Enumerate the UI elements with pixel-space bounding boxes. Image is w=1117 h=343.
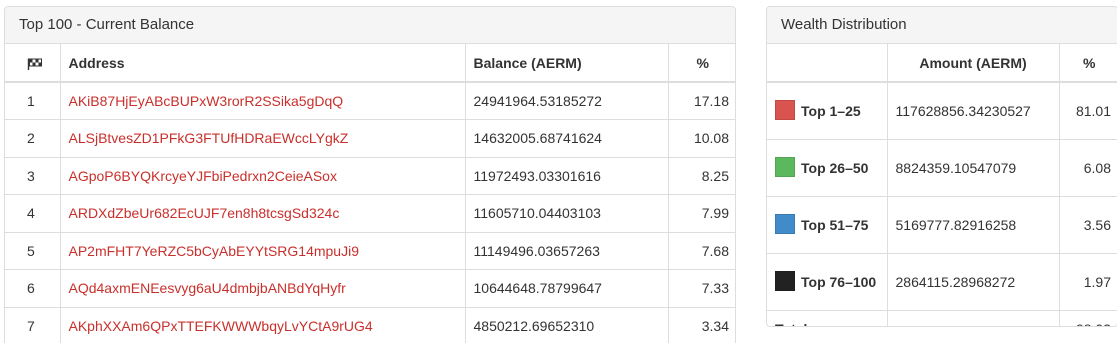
group-header — [767, 44, 888, 83]
table-row: 4 ARDXdZbeUr682EcUJF7en8h8tcsgSd324c 11605… — [5, 194, 735, 233]
distribution-title: Wealth Distribution — [767, 7, 1117, 44]
table-row: 5 AP2mFHT7YeRZC5bCyAbEYYtSRG14mpuJi9 11149… — [5, 232, 735, 270]
top100-panel: Top 100 - Current Balance Address Balanc… — [4, 6, 736, 343]
color-swatch — [775, 213, 795, 234]
rank-cell: 1 — [5, 82, 61, 120]
balance-cell: 24941964.53185272 — [465, 82, 669, 120]
percent-cell: 7.99 — [668, 194, 735, 233]
dist-percent-cell: 1.97 — [1059, 253, 1117, 311]
address-cell: AKiB87HjEyABcBUPxW3rorR2SSika5gDqQ — [60, 82, 466, 120]
rank-cell: 5 — [5, 232, 61, 270]
balance-cell: 11605710.04403103 — [465, 194, 669, 233]
group-cell: Top 1–25 — [767, 82, 888, 140]
group-cell: Top 26–50 — [767, 139, 888, 197]
address-cell: ARDXdZbeUr682EcUJF7en8h8tcsgSd324c — [60, 194, 466, 233]
group-label: Top 1–25 — [801, 102, 861, 119]
address-link[interactable]: ARDXdZbeUr682EcUJF7en8h8tcsgSd324c — [69, 205, 340, 221]
amount-header: Amount (AERM) — [887, 44, 1060, 83]
group-cell: Top 51–75 — [767, 196, 888, 254]
address-cell: AGpoP6BYQKrcyeYJFbiPedrxn2CeieASox — [60, 157, 466, 195]
distribution-row: Top 1–25 117628856.34230527 81.01 — [767, 82, 1117, 140]
distribution-row: Top 26–50 8824359.10547079 6.08 — [767, 139, 1117, 197]
dist-percent-cell: 81.01 — [1059, 82, 1117, 140]
rank-cell: 6 — [5, 269, 61, 308]
flag-icon — [27, 58, 42, 70]
total-label: Total — [767, 310, 888, 326]
address-link[interactable]: AGpoP6BYQKrcyeYJFbiPedrxn2CeieASox — [69, 168, 337, 184]
table-row: 3 AGpoP6BYQKrcyeYJFbiPedrxn2CeieASox 11972… — [5, 157, 735, 195]
address-cell: AKphXXAm6QPxTTEFKWWWbqyLvYCtA9rUG4 — [60, 307, 466, 343]
distribution-row: Top 76–100 2864115.28968272 1.97 — [767, 253, 1117, 311]
color-swatch — [775, 156, 795, 177]
color-swatch — [775, 99, 795, 120]
top100-header-row: Address Balance (AERM) % — [5, 44, 735, 83]
table-row: 2 ALSjBtvesZD1PFkG3FTUfHDRaEWccLYgkZ 14632… — [5, 119, 735, 158]
top100-body: 1 AKiB87HjEyABcBUPxW3rorR2SSika5gDqQ 24941… — [5, 82, 735, 343]
balance-cell: 11972493.03301616 — [465, 157, 669, 195]
color-swatch — [775, 270, 795, 291]
top100-table: Address Balance (AERM) % 1 AKiB87HjEyABcB… — [5, 44, 735, 343]
rank-header — [5, 44, 61, 83]
percent-cell: 3.34 — [668, 307, 735, 343]
address-header: Address — [60, 44, 466, 83]
balance-cell: 14632005.68741624 — [465, 119, 669, 158]
group-label: Top 51–75 — [801, 216, 869, 233]
address-link[interactable]: AQd4axmENEesvyg6aU4dmbjbANBdYqHyfr — [69, 280, 346, 296]
percent-cell: 10.08 — [668, 119, 735, 158]
address-cell: AP2mFHT7YeRZC5bCyAbEYYtSRG14mpuJi9 — [60, 232, 466, 270]
distribution-body: Top 1–25 117628856.34230527 81.01 Top 26–50… — [767, 82, 1117, 326]
total-row: Total 98.03 — [767, 310, 1117, 326]
group-cell: Top 76–100 — [767, 253, 888, 311]
percent-cell: 7.33 — [668, 269, 735, 308]
dist-percent-cell: 6.08 — [1059, 139, 1117, 197]
address-cell: AQd4axmENEesvyg6aU4dmbjbANBdYqHyfr — [60, 269, 466, 308]
dist-percent-header: % — [1059, 44, 1117, 83]
address-link[interactable]: AP2mFHT7YeRZC5bCyAbEYYtSRG14mpuJi9 — [69, 243, 360, 259]
address-cell: ALSjBtvesZD1PFkG3FTUfHDRaEWccLYgkZ — [60, 119, 466, 158]
distribution-panel: Wealth Distribution Amount (AERM) % Top … — [766, 6, 1117, 327]
total-amount-cell — [887, 310, 1060, 326]
rank-cell: 2 — [5, 119, 61, 158]
address-link[interactable]: AKiB87HjEyABcBUPxW3rorR2SSika5gDqQ — [69, 93, 344, 109]
balance-cell: 4850212.69652310 — [465, 307, 669, 343]
amount-cell: 8824359.10547079 — [887, 139, 1060, 197]
amount-cell: 2864115.28968272 — [887, 253, 1060, 311]
percent-header: % — [668, 44, 735, 83]
distribution-header-row: Amount (AERM) % — [767, 44, 1117, 83]
amount-cell: 117628856.34230527 — [887, 82, 1060, 140]
percent-cell: 8.25 — [668, 157, 735, 195]
top100-title: Top 100 - Current Balance — [5, 7, 735, 44]
table-row: 1 AKiB87HjEyABcBUPxW3rorR2SSika5gDqQ 24941… — [5, 82, 735, 120]
dist-percent-cell: 3.56 — [1059, 196, 1117, 254]
table-row: 6 AQd4axmENEesvyg6aU4dmbjbANBdYqHyfr 10644… — [5, 269, 735, 308]
rank-cell: 4 — [5, 194, 61, 233]
amount-cell: 5169777.82916258 — [887, 196, 1060, 254]
balance-header: Balance (AERM) — [465, 44, 669, 83]
distribution-table: Amount (AERM) % Top 1–25 117628856.342305… — [767, 44, 1117, 326]
group-label: Top 26–50 — [801, 159, 869, 176]
rank-cell: 7 — [5, 307, 61, 343]
balance-cell: 10644648.78799647 — [465, 269, 669, 308]
rank-cell: 3 — [5, 157, 61, 195]
address-link[interactable]: ALSjBtvesZD1PFkG3FTUfHDRaEWccLYgkZ — [69, 130, 349, 146]
table-row: 7 AKphXXAm6QPxTTEFKWWWbqyLvYCtA9rUG4 48502… — [5, 307, 735, 343]
group-label: Top 76–100 — [801, 273, 877, 290]
total-percent-cell: 98.03 — [1059, 310, 1117, 326]
percent-cell: 7.68 — [668, 232, 735, 270]
balance-cell: 11149496.03657263 — [465, 232, 669, 270]
address-link[interactable]: AKphXXAm6QPxTTEFKWWWbqyLvYCtA9rUG4 — [69, 318, 373, 334]
distribution-row: Top 51–75 5169777.82916258 3.56 — [767, 196, 1117, 254]
percent-cell: 17.18 — [668, 82, 735, 120]
